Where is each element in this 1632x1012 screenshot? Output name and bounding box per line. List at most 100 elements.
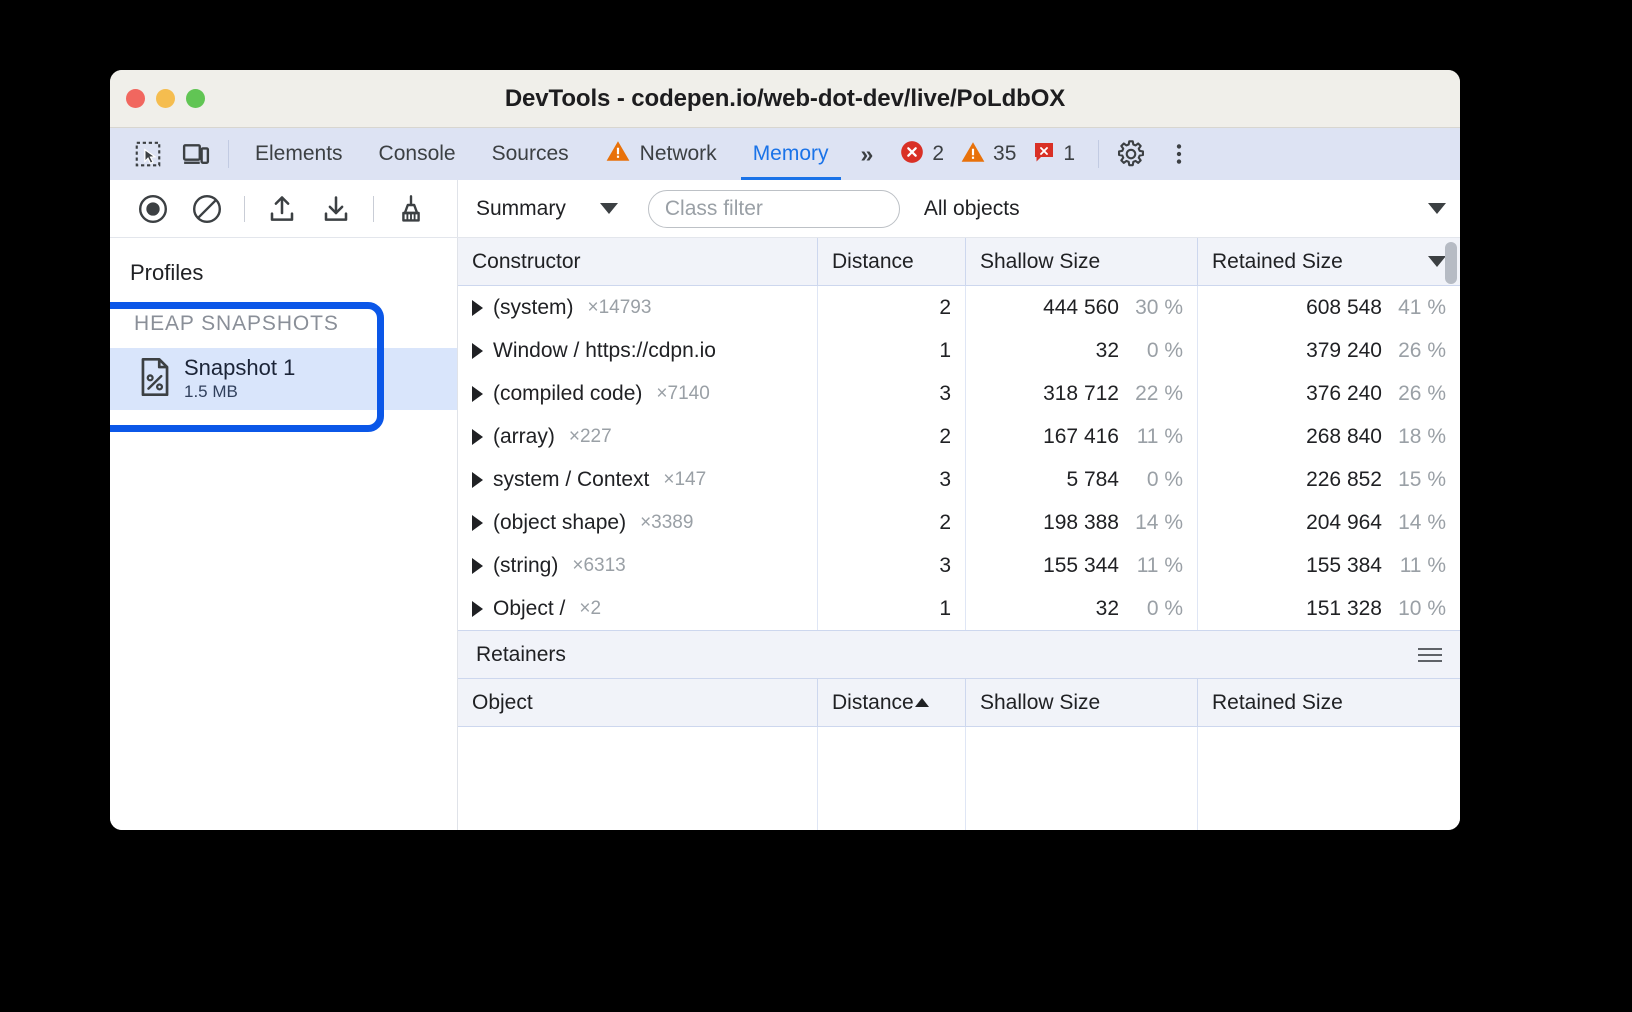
cell-distance: 3 [818,372,966,415]
class-filter-input[interactable] [648,190,900,228]
column-header-constructor[interactable]: Constructor [458,238,818,285]
distance-value: 3 [939,468,951,492]
memory-toolbar: Summary All objects [110,180,1460,238]
more-tabs-button[interactable]: » [847,128,885,180]
constructor-count: ×3389 [640,512,693,534]
expand-triangle-icon[interactable] [472,300,483,316]
column-header-shallow-size[interactable]: Shallow Size [966,238,1198,285]
close-window-button[interactable] [126,89,145,108]
upload-arrow-icon[interactable] [257,187,307,231]
table-row[interactable]: system / Context×14735 7840 %226 85215 % [458,458,1460,501]
heap-snapshots-heading: HEAP SNAPSHOTS [110,308,457,348]
warning-count: 35 [993,142,1016,166]
tab-memory[interactable]: Memory [735,128,847,180]
retainers-col-shallow [966,727,1198,830]
retained-size-percent: 14 % [1394,511,1446,535]
retainers-column-header-object[interactable]: Object [458,679,818,726]
tab-sources[interactable]: Sources [474,128,587,180]
error-counter[interactable]: 2 [894,139,949,170]
clear-icon[interactable] [182,187,232,231]
expand-triangle-icon[interactable] [472,515,483,531]
column-label: Retained Size [1212,691,1343,715]
shallow-size-value: 5 784 [1066,468,1119,492]
table-row[interactable]: (array)×2272167 41611 %268 84018 % [458,415,1460,458]
table-row[interactable]: (object shape)×33892198 38814 %204 96414… [458,501,1460,544]
shallow-size-percent: 0 % [1131,468,1183,492]
tab-label: Network [640,142,717,166]
expand-triangle-icon[interactable] [472,472,483,488]
snapshot-size: 1.5 MB [184,381,295,402]
table-row[interactable]: Object /×21320 %151 32810 % [458,587,1460,630]
objects-chevron-down-icon[interactable] [1428,203,1446,214]
warning-counter[interactable]: 35 [955,139,1021,170]
retained-size-value: 376 240 [1306,382,1382,406]
tab-network[interactable]: Network [587,128,735,180]
device-toolbar-icon[interactable] [172,128,220,180]
kebab-menu-icon[interactable] [1155,141,1203,167]
shallow-size-percent: 14 % [1131,511,1183,535]
distance-value: 3 [939,382,951,406]
retainers-column-header-retained-size[interactable]: Retained Size [1198,679,1460,726]
tabbar-divider [228,140,229,168]
shallow-size-percent: 0 % [1131,339,1183,363]
constructor-name: Object / [493,597,565,621]
sidebar-item-snapshot-1[interactable]: Snapshot 1 1.5 MB [110,348,457,410]
heap-snapshots-group: HEAP SNAPSHOTS Snapshot 1 1.5 MB [110,308,457,410]
minimize-window-button[interactable] [156,89,175,108]
cell-constructor: (object shape)×3389 [458,501,818,544]
table-row[interactable]: (system)×147932444 56030 %608 54841 % [458,286,1460,329]
table-row[interactable]: (compiled code)×71403318 71222 %376 2402… [458,372,1460,415]
download-arrow-icon[interactable] [311,187,361,231]
constructor-name: (string) [493,554,558,578]
record-icon[interactable] [128,187,178,231]
column-label: Constructor [472,250,581,274]
cell-shallow-size: 198 388 14 % [966,501,1198,544]
tab-label: Elements [255,142,343,166]
distance-value: 1 [939,597,951,621]
retainers-column-header-shallow-size[interactable]: Shallow Size [966,679,1198,726]
chevron-down-icon[interactable] [600,203,618,214]
column-label: Distance [832,250,914,274]
constructor-name: system / Context [493,468,649,492]
column-header-distance[interactable]: Distance [818,238,966,285]
cell-shallow-size: 320 % [966,587,1198,630]
inspect-element-icon[interactable] [124,128,172,180]
cell-retained-size: 155 38411 % [1198,544,1460,587]
issue-message-icon [1032,140,1056,169]
retained-size-value: 268 840 [1306,425,1382,449]
column-label: Shallow Size [980,250,1100,274]
gear-icon[interactable] [1107,139,1155,169]
expand-triangle-icon[interactable] [472,343,483,359]
constructor-count: ×7140 [656,383,709,405]
view-select-label[interactable]: Summary [476,197,566,221]
maximize-window-button[interactable] [186,89,205,108]
table-row[interactable]: (string)×63133155 34411 %155 38411 % [458,544,1460,587]
distance-value: 2 [939,425,951,449]
retainers-column-header-distance[interactable]: Distance [818,679,966,726]
hamburger-menu-icon[interactable] [1418,648,1442,662]
constructor-count: ×227 [569,426,612,448]
objects-select-label[interactable]: All objects [924,197,1020,221]
broom-icon[interactable] [386,187,436,231]
tab-elements[interactable]: Elements [237,128,361,180]
devtools-tabbar: Elements Console Sources Network Memory … [110,128,1460,180]
column-header-retained-size[interactable]: Retained Size [1198,238,1460,285]
expand-triangle-icon[interactable] [472,601,483,617]
tab-label: Console [379,142,456,166]
issue-counter[interactable]: 1 [1027,140,1080,169]
cell-shallow-size: 320 % [966,329,1198,372]
retainers-section: Retainers Object Distance Shallow Size [458,630,1460,830]
table-row[interactable]: Window / https://cdpn.io1320 %379 24026 … [458,329,1460,372]
expand-triangle-icon[interactable] [472,386,483,402]
tab-console[interactable]: Console [361,128,474,180]
cell-distance: 3 [818,544,966,587]
grid-header: Constructor Distance Shallow Size Retain… [458,238,1460,286]
vertical-scrollbar-thumb[interactable] [1445,242,1457,284]
cell-distance: 3 [818,458,966,501]
shallow-size-value: 198 388 [1043,511,1119,535]
expand-triangle-icon[interactable] [472,429,483,445]
constructor-count: ×147 [663,469,706,491]
expand-triangle-icon[interactable] [472,558,483,574]
cell-constructor: Object /×2 [458,587,818,630]
shallow-size-percent: 0 % [1131,597,1183,621]
